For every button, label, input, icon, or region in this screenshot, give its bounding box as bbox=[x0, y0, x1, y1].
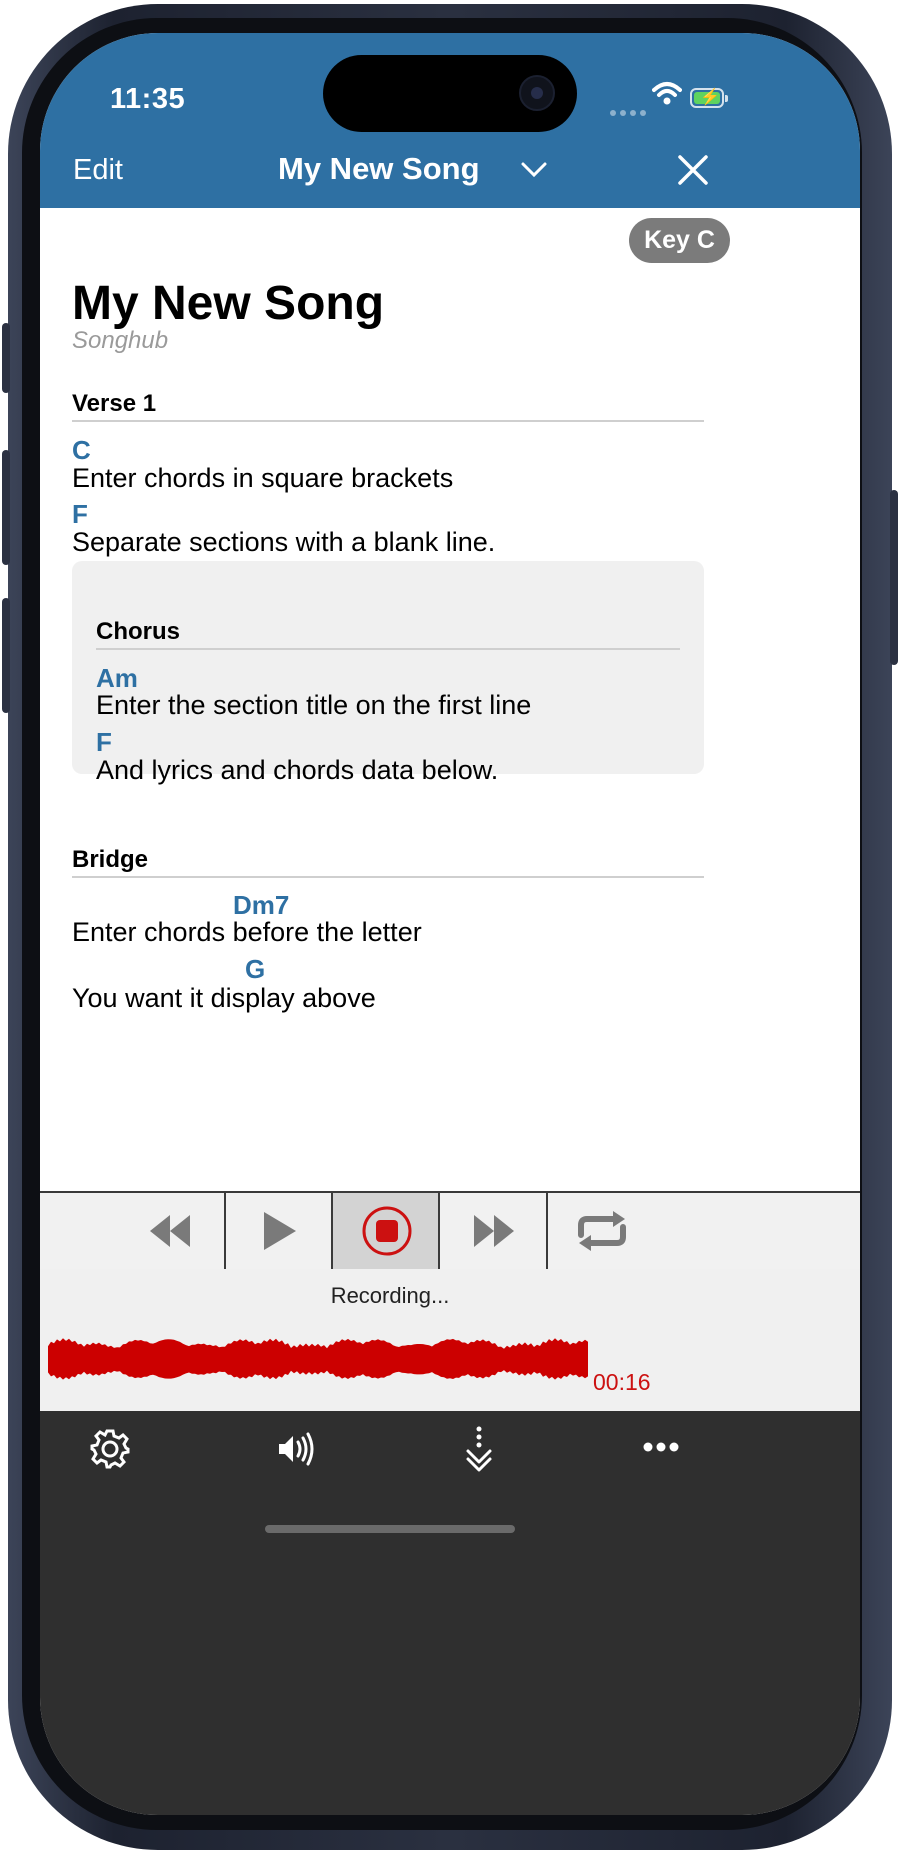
fast-forward-button[interactable] bbox=[438, 1193, 548, 1269]
song-title-menu[interactable]: My New Song bbox=[278, 151, 480, 187]
recording-elapsed-time: 00:16 bbox=[593, 1369, 651, 1395]
repeat-icon bbox=[578, 1211, 626, 1251]
lyric-line: Separate sections with a blank line. bbox=[72, 527, 496, 557]
song-title: My New Song bbox=[72, 277, 385, 330]
play-button[interactable] bbox=[224, 1193, 333, 1269]
chord-label: F bbox=[72, 499, 88, 529]
gear-icon[interactable] bbox=[88, 1427, 132, 1471]
record-stop-button[interactable] bbox=[331, 1193, 440, 1269]
side-button-action bbox=[2, 323, 10, 393]
side-button-power bbox=[890, 490, 898, 665]
section-title-verse: Verse 1 bbox=[72, 390, 157, 417]
fast-forward-icon bbox=[474, 1215, 514, 1247]
recording-status: Recording... bbox=[330, 1283, 450, 1308]
lyric-line: You want it display above bbox=[72, 983, 376, 1013]
side-button-volume-down bbox=[2, 598, 10, 713]
lyric-line: Enter chords in square brackets bbox=[72, 463, 454, 493]
section-title-bridge: Bridge bbox=[72, 846, 149, 873]
close-icon[interactable] bbox=[676, 153, 710, 187]
transport-controls bbox=[40, 1191, 860, 1271]
side-button-volume-up bbox=[2, 450, 10, 565]
scroll-down-icon[interactable] bbox=[464, 1425, 494, 1473]
chorus-section bbox=[72, 561, 704, 774]
home-indicator bbox=[265, 1525, 515, 1533]
key-badge[interactable]: Key C bbox=[629, 218, 730, 263]
chord-label: C bbox=[72, 435, 91, 465]
wifi-icon bbox=[652, 82, 682, 105]
bottom-toolbar bbox=[40, 1411, 860, 1815]
repeat-button[interactable] bbox=[546, 1193, 656, 1269]
lyric-line: And lyrics and chords data below. bbox=[96, 755, 499, 785]
chord-label: G bbox=[245, 954, 266, 984]
speaker-icon[interactable] bbox=[276, 1431, 316, 1467]
rewind-icon bbox=[150, 1215, 190, 1247]
more-icon[interactable] bbox=[643, 1441, 679, 1453]
section-divider bbox=[96, 648, 680, 650]
cellular-signal-icon bbox=[610, 103, 650, 121]
section-divider bbox=[72, 420, 704, 422]
chevron-down-icon[interactable] bbox=[520, 161, 548, 179]
phone-screen: 11:35 ⚡ Edit My New Song Key C My New So… bbox=[40, 33, 860, 1815]
camera-icon bbox=[519, 75, 555, 111]
rewind-button[interactable] bbox=[116, 1193, 224, 1269]
dynamic-island bbox=[323, 55, 577, 132]
play-icon bbox=[263, 1212, 296, 1250]
chord-label: F bbox=[96, 727, 112, 757]
song-artist: Songhub bbox=[72, 327, 169, 354]
header-bar: 11:35 ⚡ Edit My New Song bbox=[40, 33, 860, 208]
lyric-line: Enter the section title on the first lin… bbox=[96, 690, 532, 720]
battery-icon: ⚡ bbox=[690, 88, 728, 108]
section-title-chorus: Chorus bbox=[96, 618, 180, 645]
record-stop-icon bbox=[362, 1206, 411, 1256]
lyric-line: Enter chords before the letter bbox=[72, 917, 422, 947]
status-time: 11:35 bbox=[110, 83, 186, 115]
section-divider bbox=[72, 876, 704, 878]
edit-button[interactable]: Edit bbox=[73, 154, 123, 187]
recording-panel: Recording... 00:16 bbox=[40, 1269, 860, 1411]
audio-waveform bbox=[48, 1338, 588, 1380]
